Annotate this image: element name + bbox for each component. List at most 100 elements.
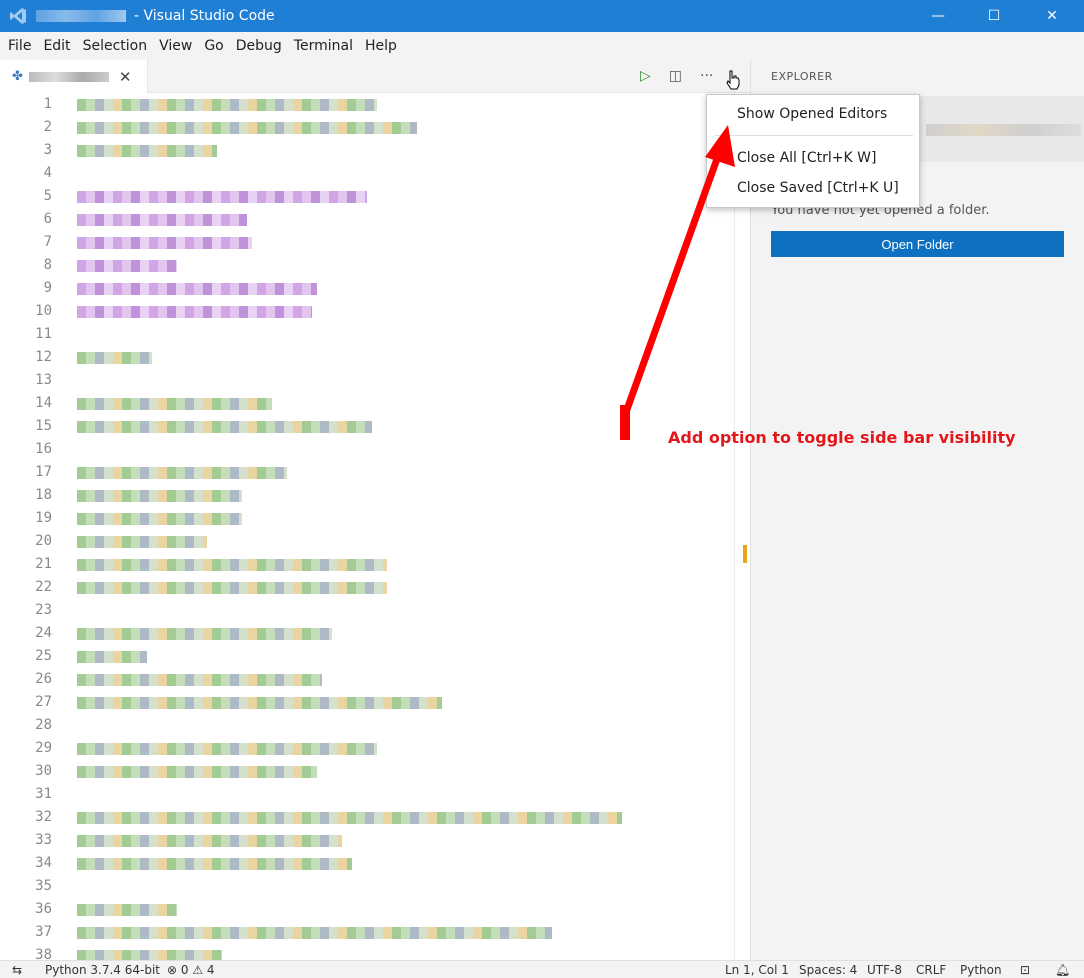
line-number: 17 xyxy=(35,464,52,480)
minimize-button[interactable]: — xyxy=(910,0,966,32)
editor-actions: ▷ ◫ ··· xyxy=(640,60,713,92)
status-language[interactable]: Python xyxy=(960,963,1002,977)
status-cursor-position[interactable]: Ln 1, Col 1 xyxy=(725,963,789,977)
window-title: - Visual Studio Code xyxy=(134,8,275,24)
code-line-blurred xyxy=(77,536,207,548)
code-line-blurred xyxy=(77,766,317,778)
status-indentation[interactable]: Spaces: 4 xyxy=(799,963,857,977)
run-icon[interactable]: ▷ xyxy=(640,68,651,84)
code-line-blurred xyxy=(77,950,222,960)
terminal-icon[interactable]: ⊡ xyxy=(1020,963,1030,977)
tab-bar: ✤ ✕ xyxy=(0,60,750,93)
split-editor-icon[interactable]: ◫ xyxy=(669,68,682,84)
more-actions-icon[interactable]: ··· xyxy=(700,68,713,84)
window-title-blurred xyxy=(36,10,126,22)
code-line-blurred xyxy=(77,191,367,203)
status-eol[interactable]: CRLF xyxy=(916,963,946,977)
line-number: 38 xyxy=(35,947,52,960)
line-number: 10 xyxy=(35,303,52,319)
menu-view[interactable]: View xyxy=(153,38,198,54)
menu-selection[interactable]: Selection xyxy=(77,38,154,54)
line-number: 37 xyxy=(35,924,52,940)
code-line-blurred xyxy=(77,927,552,939)
vscode-logo-icon xyxy=(0,0,36,32)
line-number: 32 xyxy=(35,809,52,825)
line-number: 6 xyxy=(43,211,52,227)
remote-icon[interactable]: ⇆ xyxy=(12,963,22,977)
line-number: 35 xyxy=(35,878,52,894)
line-number: 19 xyxy=(35,510,52,526)
line-number: 12 xyxy=(35,349,52,365)
menu-item-show-opened-editors[interactable]: Show Opened Editors xyxy=(737,106,887,122)
code-line-blurred xyxy=(77,398,272,410)
line-number: 24 xyxy=(35,625,52,641)
code-line-blurred xyxy=(77,513,242,525)
annotation-arrow xyxy=(620,125,735,440)
annotation-text: Add option to toggle side bar visibility xyxy=(668,428,1016,447)
code-line-blurred xyxy=(77,421,372,433)
line-number: 23 xyxy=(35,602,52,618)
open-editor-item-blurred[interactable] xyxy=(926,124,1081,136)
code-line-blurred xyxy=(77,743,377,755)
menu-terminal[interactable]: Terminal xyxy=(288,38,359,54)
notifications-bell-icon[interactable]: 🔔︎ xyxy=(1055,963,1070,977)
line-number: 2 xyxy=(43,119,52,135)
line-number: 25 xyxy=(35,648,52,664)
code-line-blurred xyxy=(77,582,387,594)
hand-cursor-icon xyxy=(726,70,740,94)
close-tab-icon[interactable]: ✕ xyxy=(119,68,132,86)
code-line-blurred xyxy=(77,697,442,709)
python-file-icon: ✤ xyxy=(12,69,23,84)
close-window-button[interactable]: ✕ xyxy=(1024,0,1080,32)
menu-item-close-all[interactable]: Close All [Ctrl+K W] xyxy=(737,150,876,166)
line-number: 8 xyxy=(43,257,52,273)
tab-filename-blurred xyxy=(28,71,109,82)
menu-help[interactable]: Help xyxy=(359,38,403,54)
status-python-interpreter[interactable]: Python 3.7.4 64-bit xyxy=(45,963,160,977)
line-number: 7 xyxy=(43,234,52,250)
code-line-blurred xyxy=(77,559,387,571)
menu-debug[interactable]: Debug xyxy=(230,38,288,54)
status-bar: ⇆ Python 3.7.4 64-bit ⊗ 0 ⚠ 4 Ln 1, Col … xyxy=(0,960,1084,978)
line-number: 29 xyxy=(35,740,52,756)
code-line-blurred xyxy=(77,260,177,272)
code-line-blurred xyxy=(77,812,622,824)
code-line-blurred xyxy=(77,858,352,870)
line-number: 30 xyxy=(35,763,52,779)
code-line-blurred xyxy=(77,904,177,916)
line-number: 18 xyxy=(35,487,52,503)
code-line-blurred xyxy=(77,490,242,502)
scrollbar-marker xyxy=(743,545,747,563)
code-line-blurred xyxy=(77,306,312,318)
status-problems[interactable]: ⊗ 0 ⚠ 4 xyxy=(167,963,215,977)
menu-edit[interactable]: Edit xyxy=(37,38,76,54)
code-line-blurred xyxy=(77,214,247,226)
line-number: 34 xyxy=(35,855,52,871)
code-line-blurred xyxy=(77,99,377,111)
line-number: 15 xyxy=(35,418,52,434)
line-number: 21 xyxy=(35,556,52,572)
code-line-blurred xyxy=(77,283,317,295)
line-number: 22 xyxy=(35,579,52,595)
code-line-blurred xyxy=(77,352,152,364)
line-number: 9 xyxy=(43,280,52,296)
open-folder-button[interactable]: Open Folder xyxy=(771,231,1064,257)
line-number: 27 xyxy=(35,694,52,710)
menu-bar: File Edit Selection View Go Debug Termin… xyxy=(0,32,1084,60)
code-line-blurred xyxy=(77,122,417,134)
menu-item-close-saved[interactable]: Close Saved [Ctrl+K U] xyxy=(737,180,899,196)
line-number: 33 xyxy=(35,832,52,848)
explorer-header: EXPLORER xyxy=(771,70,833,83)
line-number: 13 xyxy=(35,372,52,388)
line-number: 26 xyxy=(35,671,52,687)
status-encoding[interactable]: UTF-8 xyxy=(867,963,902,977)
code-line-blurred xyxy=(77,237,252,249)
menu-go[interactable]: Go xyxy=(198,38,229,54)
menu-file[interactable]: File xyxy=(2,38,37,54)
line-number: 5 xyxy=(43,188,52,204)
editor-tab[interactable]: ✤ ✕ xyxy=(0,60,148,93)
code-line-blurred xyxy=(77,628,332,640)
line-number: 1 xyxy=(43,96,52,112)
line-number: 11 xyxy=(35,326,52,342)
maximize-button[interactable]: ☐ xyxy=(966,0,1022,32)
